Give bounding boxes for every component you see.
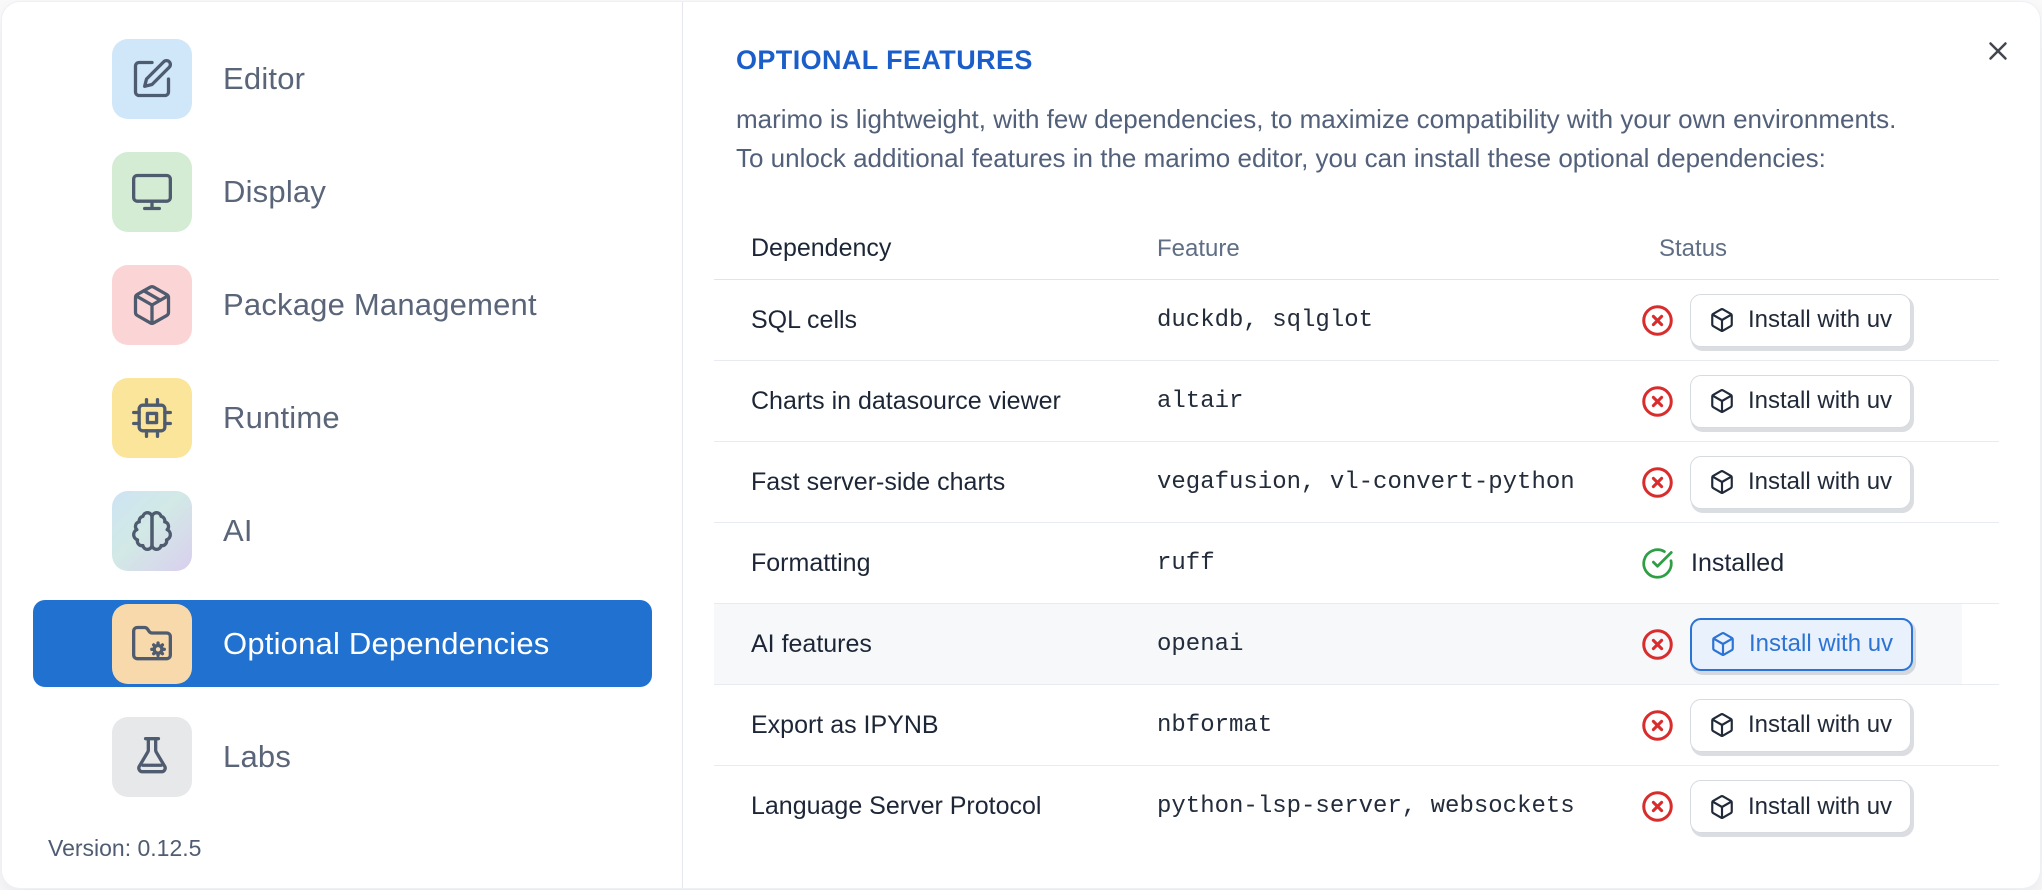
- status-cell: Install with uv: [1641, 780, 1912, 833]
- dependency-cell: AI features: [751, 629, 872, 658]
- monitor-icon: [112, 151, 192, 232]
- column-header-feature: Feature: [1157, 234, 1240, 262]
- install-button-label: Install with uv: [1748, 306, 1893, 333]
- circle-check-icon: [1641, 547, 1674, 580]
- table-row-sql-cells: SQL cells duckdb, sqlglot Install with uv: [714, 280, 1999, 361]
- column-header-dependency: Dependency: [751, 234, 892, 262]
- package-icon: [112, 264, 192, 345]
- dependency-cell: Fast server-side charts: [751, 467, 1006, 496]
- circle-x-icon: [1641, 304, 1674, 337]
- settings-nav: Editor Display Package Management Runtime AI…: [33, 35, 682, 800]
- install-with-uv-button[interactable]: Install with uv: [1690, 617, 1914, 671]
- circle-x-icon: [1641, 385, 1674, 418]
- flask-icon: [112, 716, 192, 797]
- feature-cell: python-lsp-server, websockets: [1157, 793, 1575, 820]
- status-cell: Install with uv: [1641, 698, 1912, 752]
- install-with-uv-button[interactable]: Install with uv: [1690, 293, 1912, 347]
- folder-cog-icon: [112, 603, 192, 684]
- sidebar-item-label: AI: [223, 512, 253, 548]
- circle-x-icon: [1641, 466, 1674, 499]
- sidebar-item-display[interactable]: Display: [33, 148, 652, 235]
- box-icon: [1709, 388, 1735, 414]
- table-row-charts-in-datasource-viewer: Charts in datasource viewer altair Install…: [714, 361, 1999, 442]
- circle-x-icon: [1641, 709, 1674, 742]
- circle-x-icon: [1641, 628, 1674, 661]
- box-icon: [1709, 794, 1735, 820]
- box-icon: [1709, 307, 1735, 333]
- sidebar-item-label: Display: [223, 173, 327, 209]
- dependency-cell: Language Server Protocol: [751, 792, 1042, 820]
- status-cell: Installed: [1641, 547, 1784, 580]
- column-header-status: Status: [1659, 234, 1728, 262]
- status-cell: Install with uv: [1641, 293, 1912, 347]
- sidebar-item-runtime[interactable]: Runtime: [33, 374, 652, 461]
- dependency-cell: SQL cells: [751, 305, 858, 334]
- sidebar-item-ai[interactable]: AI: [33, 487, 652, 574]
- sidebar-item-label: Runtime: [223, 399, 340, 435]
- install-with-uv-button[interactable]: Install with uv: [1690, 374, 1912, 428]
- install-button-label: Install with uv: [1748, 468, 1893, 495]
- install-with-uv-button[interactable]: Install with uv: [1690, 780, 1912, 833]
- table-row-language-server-protocol: Language Server Protocol python-lsp-serve…: [714, 766, 1999, 847]
- panel-title: OPTIONAL FEATURES: [736, 45, 1033, 75]
- install-with-uv-button[interactable]: Install with uv: [1690, 698, 1912, 752]
- panel-description: marimo is lightweight, with few dependen…: [736, 104, 1897, 173]
- status-cell: Install with uv: [1641, 617, 1914, 671]
- sidebar-item-label: Optional Dependencies: [223, 625, 550, 661]
- optional-features-panel: OPTIONAL FEATURES marimo is lightweight,…: [684, 2, 2040, 888]
- status-cell: Install with uv: [1641, 374, 1912, 428]
- box-icon: [1709, 469, 1735, 495]
- box-icon: [1710, 631, 1736, 657]
- dependencies-table: Dependency Feature Status SQL cells duckd…: [714, 218, 1999, 847]
- install-button-label: Install with uv: [1749, 630, 1894, 657]
- status-cell: Install with uv: [1641, 455, 1912, 509]
- table-body: SQL cells duckdb, sqlglot Install with uv C…: [714, 280, 1999, 847]
- sidebar-item-optional-dependencies[interactable]: Optional Dependencies: [33, 600, 652, 687]
- circle-x-icon: [1641, 790, 1674, 823]
- feature-cell: nbformat: [1157, 711, 1273, 739]
- dependency-cell: Formatting: [751, 548, 871, 577]
- sidebar-item-package-management[interactable]: Package Management: [33, 261, 652, 348]
- table-row-ai-features: AI features openai Install with uv: [714, 604, 1999, 685]
- dependency-cell: Charts in datasource viewer: [751, 386, 1061, 415]
- sidebar-item-label: Labs: [223, 738, 292, 774]
- install-button-label: Install with uv: [1748, 792, 1893, 820]
- feature-cell: altair: [1157, 387, 1244, 415]
- install-button-label: Install with uv: [1748, 387, 1893, 414]
- table-row-formatting: Formatting ruff Installed: [714, 523, 1999, 604]
- sidebar-item-labs[interactable]: Labs: [33, 713, 652, 800]
- square-pen-icon: [112, 38, 192, 119]
- table-row-export-as-ipynb: Export as IPYNB nbformat Install with uv: [714, 685, 1999, 766]
- install-with-uv-button[interactable]: Install with uv: [1690, 455, 1912, 509]
- box-icon: [1709, 712, 1735, 738]
- feature-cell: duckdb, sqlglot: [1157, 306, 1374, 334]
- table-row-fast-server-side-charts: Fast server-side charts vegafusion, vl-co…: [714, 442, 1999, 523]
- feature-cell: openai: [1157, 630, 1244, 658]
- brain-icon: [112, 490, 192, 571]
- sidebar-item-label: Package Management: [223, 286, 537, 322]
- version-label: Version: 0.12.5: [48, 835, 202, 861]
- table-header: Dependency Feature Status: [714, 218, 1999, 280]
- settings-dialog: Editor Display Package Management Runtime AI…: [2, 2, 2040, 888]
- settings-sidebar: Editor Display Package Management Runtime AI…: [2, 2, 683, 888]
- sidebar-item-label: Editor: [223, 60, 306, 96]
- feature-cell: ruff: [1157, 549, 1215, 577]
- cpu-icon: [112, 377, 192, 458]
- dependency-cell: Export as IPYNB: [751, 710, 939, 739]
- install-button-label: Install with uv: [1748, 711, 1893, 738]
- feature-cell: vegafusion, vl-convert-python: [1157, 468, 1575, 496]
- sidebar-item-editor[interactable]: Editor: [33, 35, 652, 122]
- installed-label: Installed: [1691, 548, 1785, 577]
